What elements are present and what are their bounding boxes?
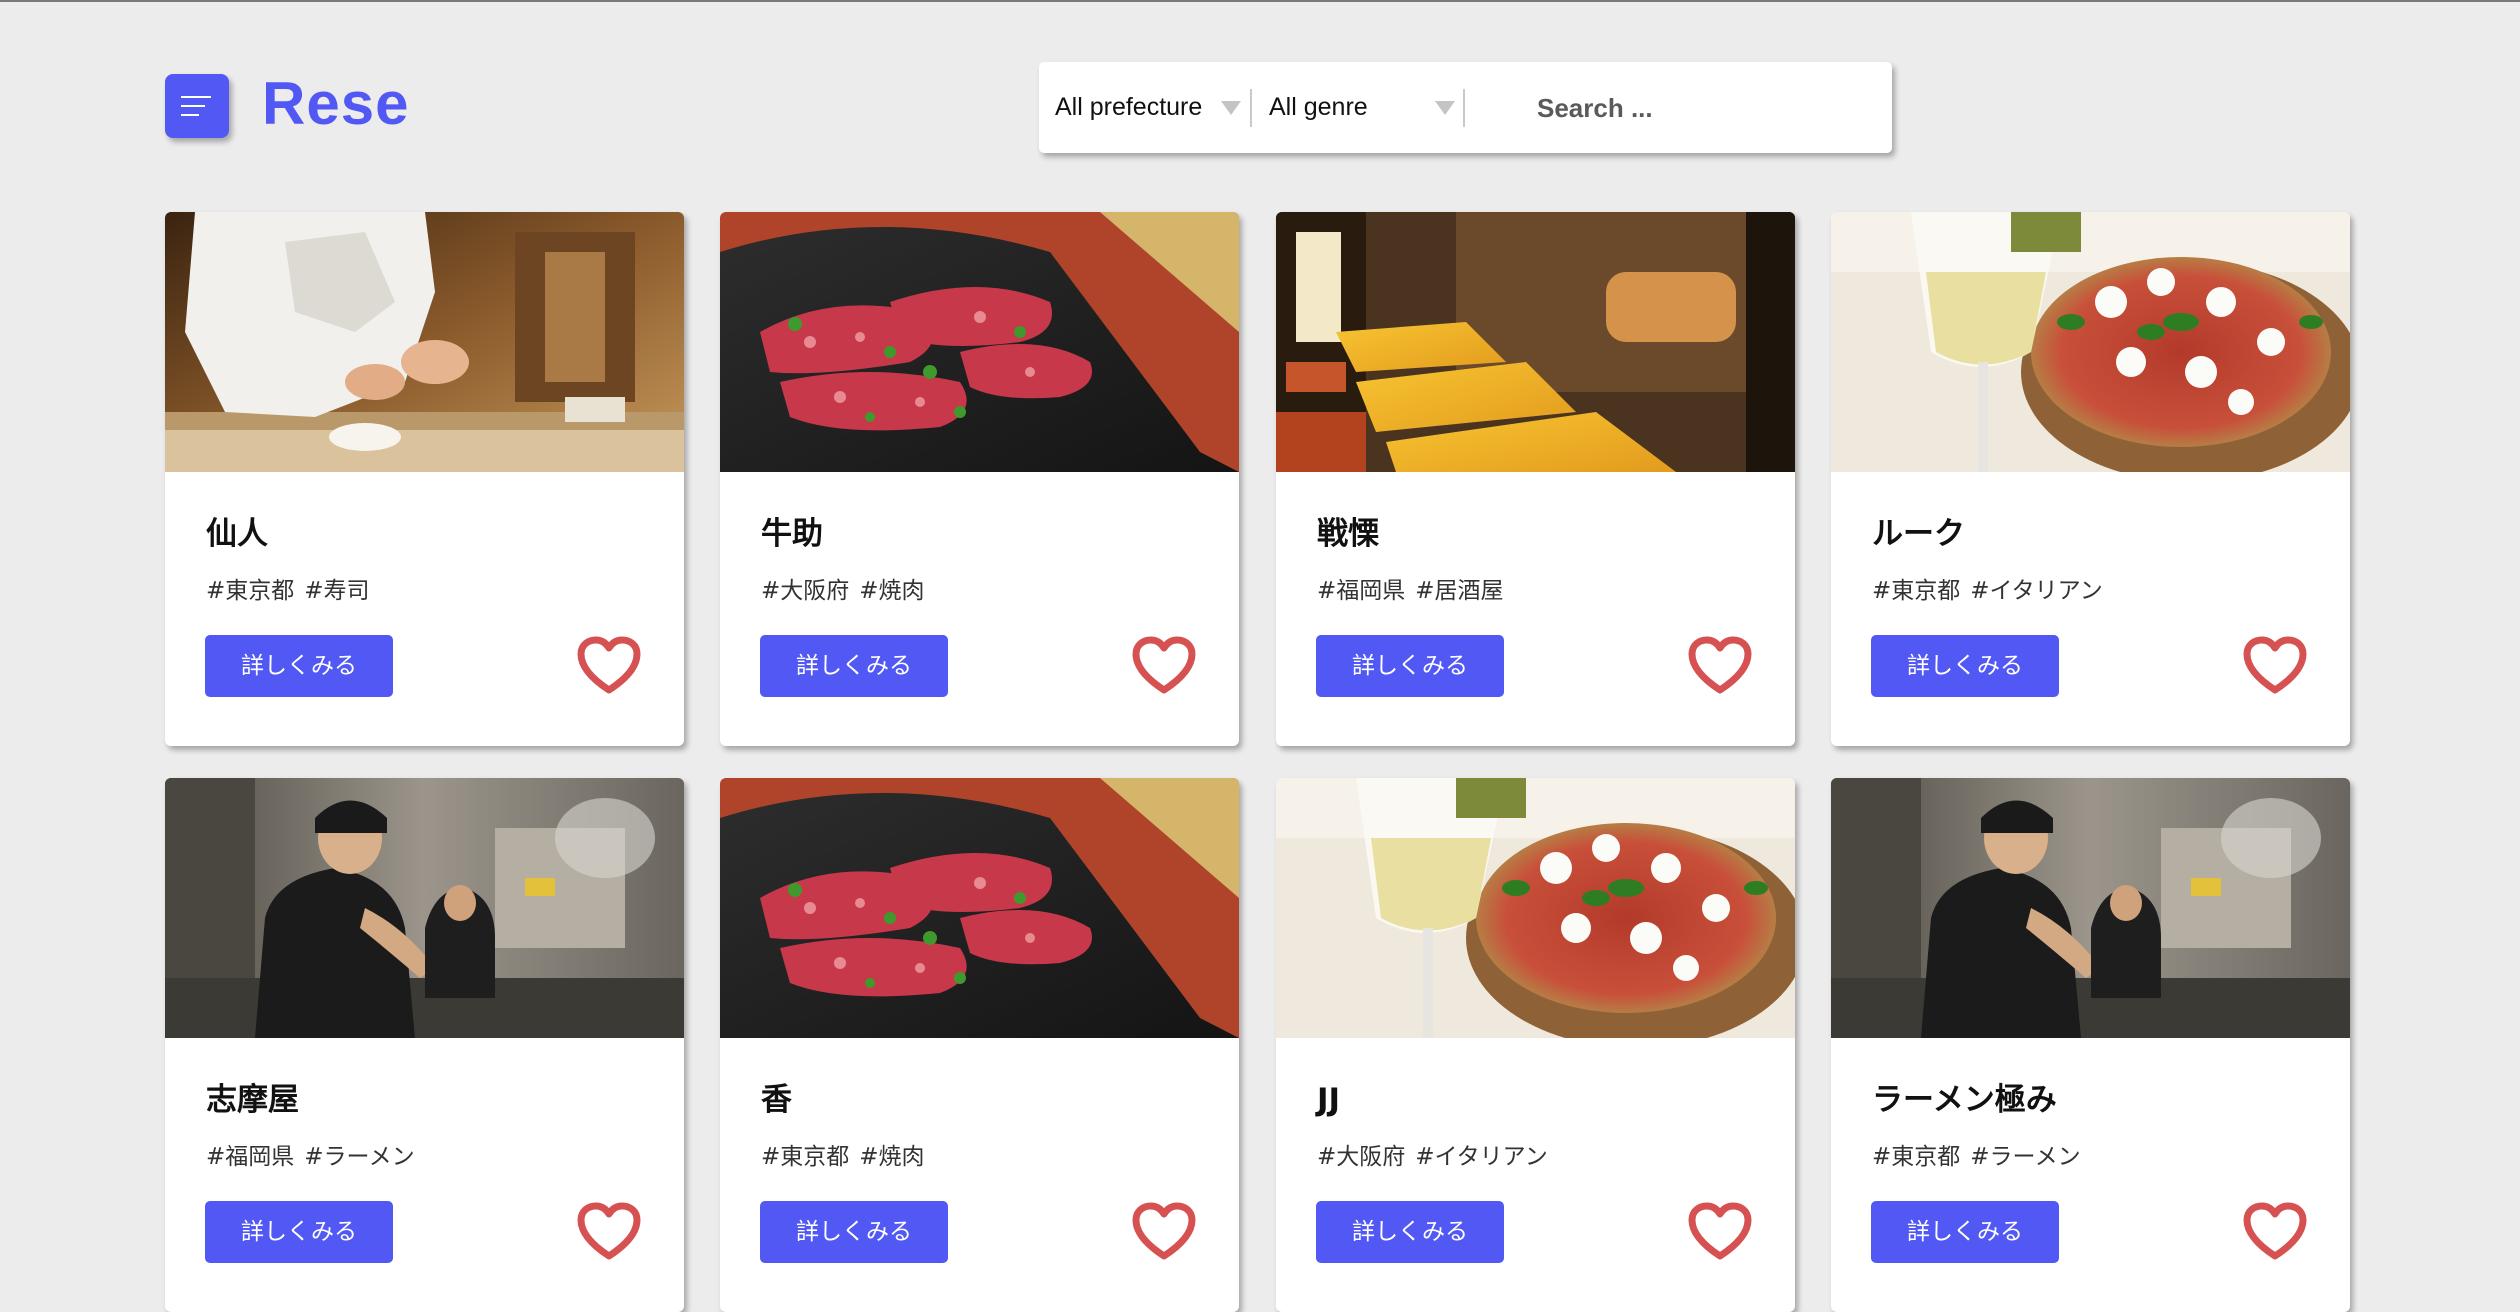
heart-outline-icon[interactable] <box>2242 1201 2308 1263</box>
shop-name: 志摩屋 <box>206 1082 299 1118</box>
search-input[interactable] <box>1527 78 1887 138</box>
genre-select-value: All genre <box>1269 93 1368 121</box>
shop-tags: #大阪府 #イタリアン <box>1317 1140 1548 1174</box>
shop-name: JJ <box>1317 1082 1341 1118</box>
shop-name: 香 <box>761 1082 792 1118</box>
shop-tags: #東京都 #焼肉 <box>761 1140 925 1174</box>
area-tag[interactable]: #東京都 <box>761 1144 849 1170</box>
divider <box>1250 89 1252 127</box>
shop-name: ルーク <box>1872 516 1965 552</box>
shop-name: ラーメン極み <box>1872 1082 2057 1118</box>
shop-tags: #東京都 #ラーメン <box>1872 1140 2081 1174</box>
genre-select[interactable]: All genre <box>1253 62 1463 153</box>
shop-name: 戦慄 <box>1317 516 1379 552</box>
detail-button[interactable]: 詳しくみる <box>1871 635 2059 697</box>
shop-card: ラーメン極み #東京都 #ラーメン 詳しくみる <box>1831 778 2350 1312</box>
shop-tags: #福岡県 #居酒屋 <box>1317 574 1504 608</box>
area-tag[interactable]: #東京都 <box>1872 578 1960 604</box>
prefecture-select[interactable]: All prefecture <box>1039 62 1251 153</box>
detail-button[interactable]: 詳しくみる <box>760 635 948 697</box>
search-panel: All prefecture All genre <box>1039 62 1892 153</box>
heart-outline-icon[interactable] <box>2242 635 2308 697</box>
heart-outline-icon[interactable] <box>576 635 642 697</box>
shop-photo <box>720 212 1239 472</box>
shop-card: 香 #東京都 #焼肉 詳しくみる <box>720 778 1239 1312</box>
shop-card: 戦慄 #福岡県 #居酒屋 詳しくみる <box>1276 212 1795 746</box>
shop-tags: #東京都 #寿司 <box>206 574 370 608</box>
heart-outline-icon[interactable] <box>576 1201 642 1263</box>
shop-name: 牛助 <box>761 516 823 552</box>
shop-card: 牛助 #大阪府 #焼肉 詳しくみる <box>720 212 1239 746</box>
chevron-down-icon <box>1221 101 1241 115</box>
divider <box>1463 89 1465 127</box>
chevron-down-icon <box>1435 101 1455 115</box>
shop-card: 志摩屋 #福岡県 #ラーメン 詳しくみる <box>165 778 684 1312</box>
menu-icon-line <box>181 105 205 107</box>
menu-button[interactable] <box>165 74 229 138</box>
genre-tag[interactable]: #イタリアン <box>1970 578 2102 604</box>
area-tag[interactable]: #東京都 <box>206 578 294 604</box>
genre-tag[interactable]: #焼肉 <box>859 1144 924 1170</box>
shop-card: 仙人 #東京都 #寿司 詳しくみる <box>165 212 684 746</box>
detail-button[interactable]: 詳しくみる <box>205 1201 393 1263</box>
shop-photo <box>165 778 684 1038</box>
area-tag[interactable]: #大阪府 <box>1317 1144 1405 1170</box>
heart-outline-icon[interactable] <box>1687 1201 1753 1263</box>
shop-tags: #福岡県 #ラーメン <box>206 1140 415 1174</box>
shop-tags: #大阪府 #焼肉 <box>761 574 925 608</box>
menu-icon-line <box>181 114 199 116</box>
shop-card: JJ #大阪府 #イタリアン 詳しくみる <box>1276 778 1795 1312</box>
area-tag[interactable]: #福岡県 <box>1317 578 1405 604</box>
heart-outline-icon[interactable] <box>1131 635 1197 697</box>
prefecture-select-value: All prefecture <box>1055 93 1203 121</box>
area-tag[interactable]: #福岡県 <box>206 1144 294 1170</box>
detail-button[interactable]: 詳しくみる <box>1871 1201 2059 1263</box>
heart-outline-icon[interactable] <box>1687 635 1753 697</box>
shop-tags: #東京都 #イタリアン <box>1872 574 2103 608</box>
genre-tag[interactable]: #イタリアン <box>1415 1144 1547 1170</box>
area-tag[interactable]: #東京都 <box>1872 1144 1960 1170</box>
detail-button[interactable]: 詳しくみる <box>1316 635 1504 697</box>
detail-button[interactable]: 詳しくみる <box>760 1201 948 1263</box>
genre-tag[interactable]: #ラーメン <box>1970 1144 2080 1170</box>
shop-photo <box>1276 778 1795 1038</box>
shop-photo <box>165 212 684 472</box>
menu-icon <box>181 96 211 98</box>
shop-photo <box>720 778 1239 1038</box>
shop-card: ルーク #東京都 #イタリアン 詳しくみる <box>1831 212 2350 746</box>
shop-photo <box>1276 212 1795 472</box>
shop-name: 仙人 <box>206 516 268 552</box>
genre-tag[interactable]: #寿司 <box>304 578 369 604</box>
logo[interactable]: Rese <box>262 62 409 146</box>
area-tag[interactable]: #大阪府 <box>761 578 849 604</box>
heart-outline-icon[interactable] <box>1131 1201 1197 1263</box>
detail-button[interactable]: 詳しくみる <box>205 635 393 697</box>
genre-tag[interactable]: #居酒屋 <box>1415 578 1503 604</box>
header: Rese All prefecture All genre <box>0 2 2520 202</box>
shop-photo <box>1831 778 2350 1038</box>
genre-tag[interactable]: #焼肉 <box>859 578 924 604</box>
detail-button[interactable]: 詳しくみる <box>1316 1201 1504 1263</box>
genre-tag[interactable]: #ラーメン <box>304 1144 414 1170</box>
shop-photo <box>1831 212 2350 472</box>
